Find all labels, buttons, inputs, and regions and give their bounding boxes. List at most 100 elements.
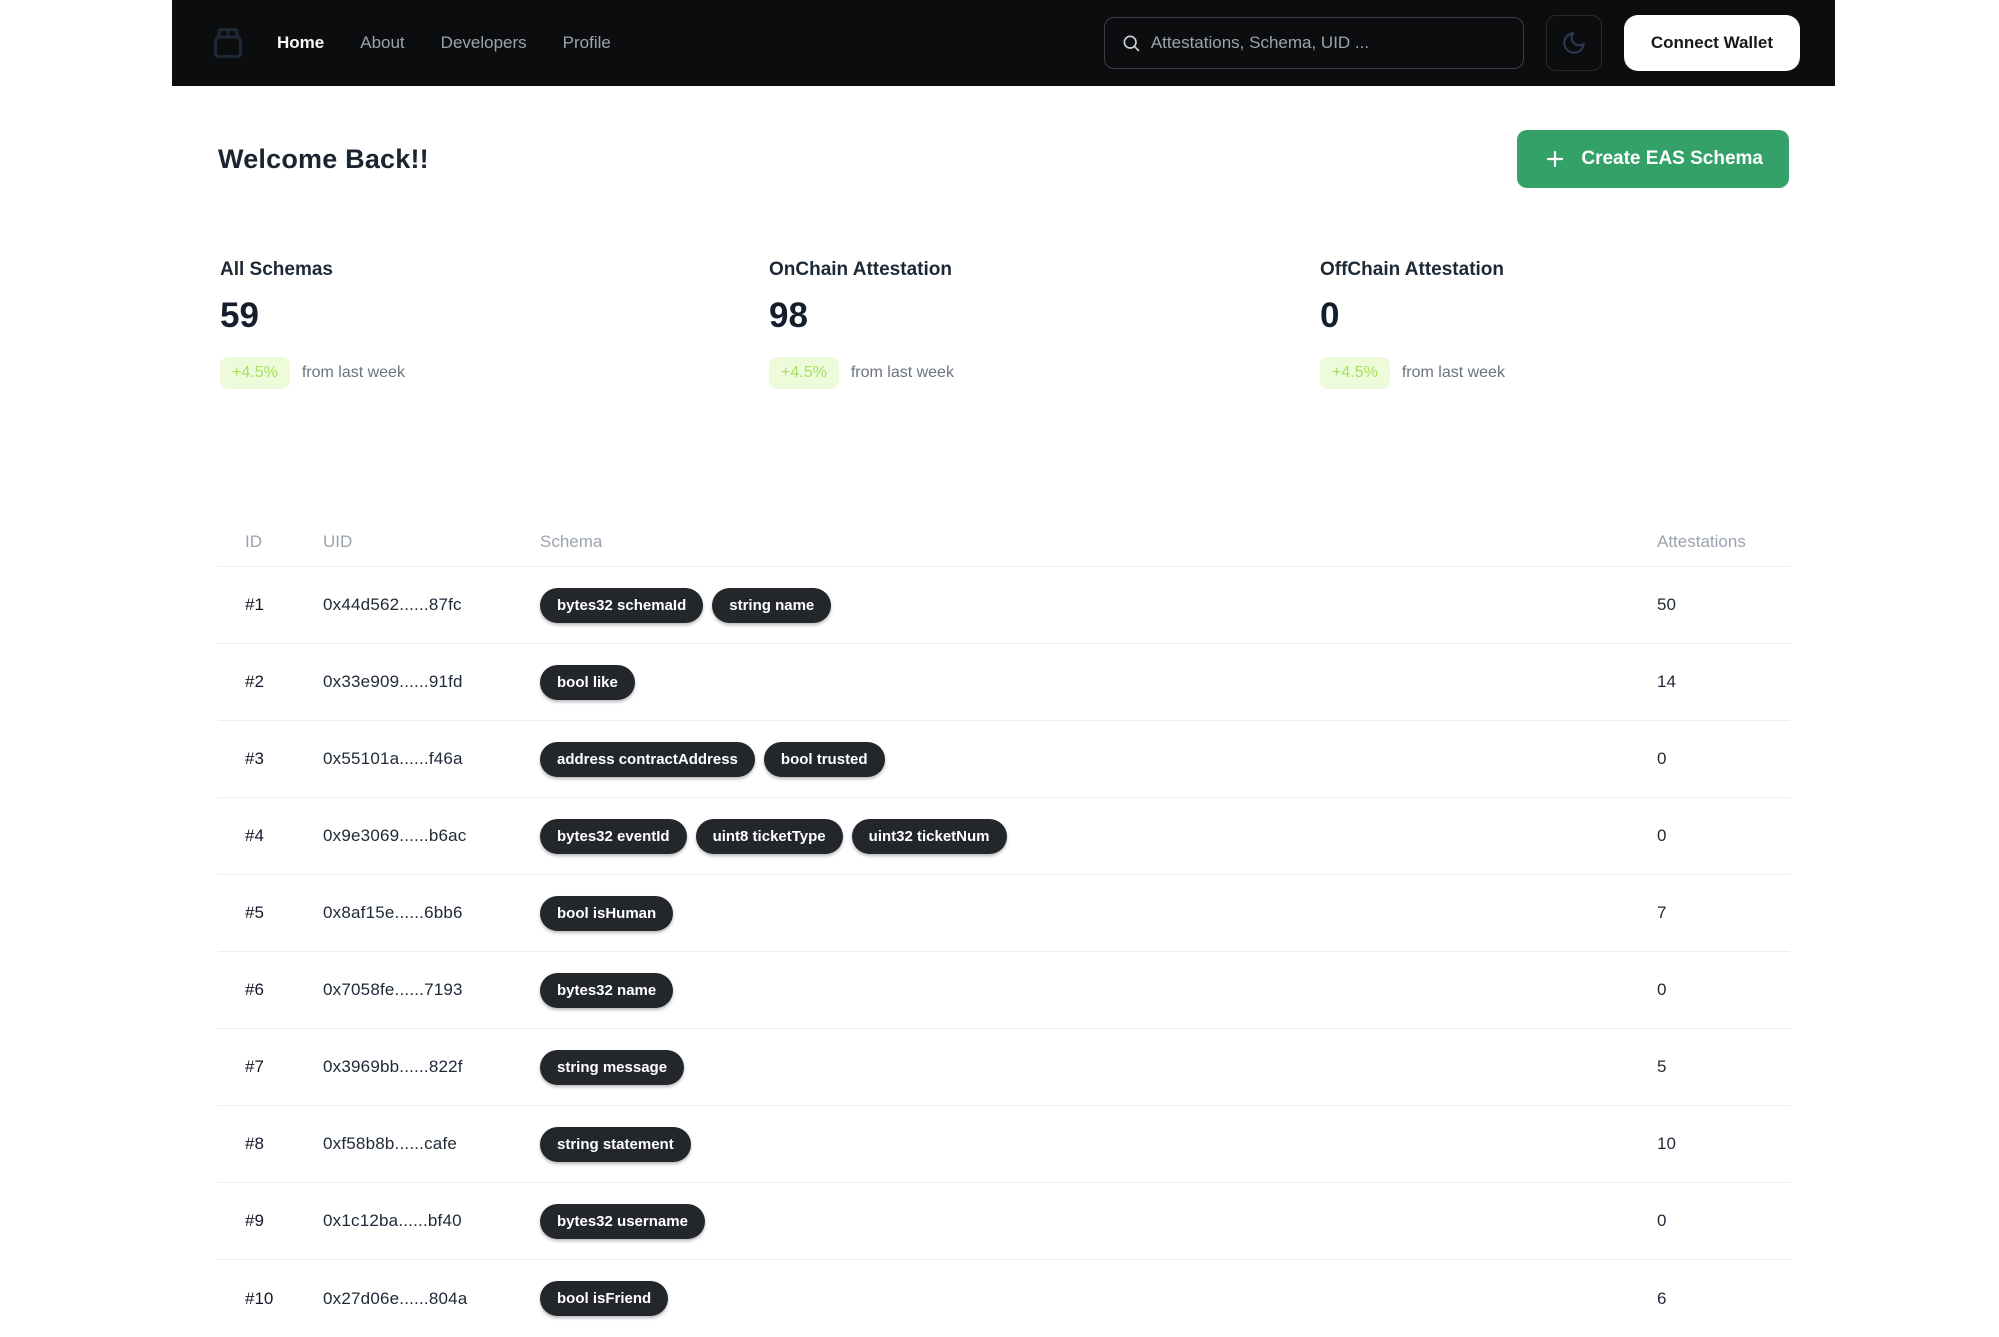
cell-attestations: 50 [1657, 595, 1676, 614]
cell-attestations: 6 [1657, 1288, 1667, 1308]
nav-link-developers[interactable]: Developers [441, 33, 527, 53]
navbar: Home About Developers Profile Connect Walle… [172, 0, 1835, 86]
search-input[interactable] [1150, 33, 1507, 53]
schema-field-chip: uint8 ticketType [695, 818, 843, 854]
schema-field-chip: uint32 ticketNum [851, 818, 1007, 854]
table-row[interactable]: #10 0x27d06e......804a bool isFriend 6 [218, 1260, 1790, 1337]
search-icon [1123, 35, 1140, 52]
stat-label: OnChain Attestation [769, 259, 952, 280]
cell-schema: bool isFriend [540, 1281, 1657, 1316]
hero-row: Welcome Back!! Create EAS Schema [172, 130, 1835, 188]
search-box [1103, 17, 1524, 69]
cell-uid: 0x27d06e......804a [323, 1288, 468, 1308]
schema-field-chip: bytes32 username [540, 1203, 705, 1239]
cell-schema: string statement [540, 1126, 1657, 1162]
cell-id: #2 [245, 672, 264, 691]
schema-field-chip: bool like [540, 664, 635, 700]
schema-field-chip: string message [540, 1049, 685, 1085]
stat-card: All Schemas 59 +4.5% from last week [220, 258, 769, 390]
cell-attestations: 0 [1657, 826, 1667, 845]
cell-uid: 0x3969bb......822f [323, 1057, 463, 1076]
schema-field-chip: bytes32 schemaId [540, 587, 704, 623]
stat-note: from last week [1401, 364, 1505, 381]
cell-schema: string message [540, 1049, 1657, 1085]
nav-link-home[interactable]: Home [277, 33, 324, 53]
theme-toggle-button[interactable] [1545, 15, 1602, 71]
table-row[interactable]: #2 0x33e909......91fd bool like 14 [218, 644, 1790, 721]
schema-field-chip: bool isHuman [540, 895, 674, 931]
table-row[interactable]: #3 0x55101a......f46a address contractAddr… [218, 721, 1790, 798]
cell-schema: bytes32 username [540, 1203, 1657, 1239]
cell-id: #5 [245, 903, 264, 922]
app-logo[interactable] [207, 22, 249, 64]
column-header-id: ID [245, 532, 262, 551]
table-row[interactable]: #1 0x44d562......87fc bytes32 schemaId stri… [218, 567, 1790, 644]
cell-attestations: 5 [1657, 1057, 1667, 1076]
schema-field-chip: string name [712, 587, 832, 623]
cell-schema: bytes32 eventId uint8 ticketType uint32 ti… [540, 818, 1657, 854]
cell-schema: bool like [540, 664, 1657, 700]
column-header-attestations: Attestations [1657, 532, 1746, 551]
cell-attestations: 0 [1657, 1211, 1667, 1230]
create-schema-label: Create EAS Schema [1581, 148, 1763, 169]
cell-id: #1 [245, 595, 264, 614]
cell-uid: 0xf58b8b......cafe [323, 1134, 458, 1153]
moon-icon [1563, 32, 1585, 54]
schemas-table: ID UID Schema Attestations #1 0x44d562...… [218, 507, 1790, 1337]
table-row[interactable]: #9 0x1c12ba......bf40 bytes32 username 0 [218, 1183, 1790, 1260]
plus-icon [1547, 150, 1564, 168]
stats-grid: All Schemas 59 +4.5% from last week OnChain … [172, 258, 1835, 390]
table-row[interactable]: #7 0x3969bb......822f string message 5 [218, 1029, 1790, 1106]
stat-label: OffChain Attestation [1320, 259, 1505, 280]
connect-wallet-button[interactable]: Connect Wallet [1623, 15, 1800, 71]
cell-id: #4 [245, 826, 264, 845]
stat-card: OnChain Attestation 98 +4.5% from last week [769, 258, 1320, 390]
table-row[interactable]: #4 0x9e3069......b6ac bytes32 eventId uint8… [218, 798, 1790, 875]
stat-change-badge: +4.5% [1320, 357, 1390, 389]
schema-field-chip: bytes32 name [540, 972, 674, 1008]
package-icon [214, 28, 242, 58]
cell-uid: 0x7058fe......7193 [323, 980, 463, 999]
cell-id: #10 [245, 1288, 274, 1308]
cell-id: #9 [245, 1211, 264, 1230]
stat-value: 98 [769, 296, 808, 335]
cell-schema: address contractAddress bool trusted [540, 741, 1657, 777]
schema-field-chip: bool trusted [763, 741, 885, 777]
stat-value: 59 [220, 296, 259, 335]
schema-field-chip: bool isFriend [540, 1281, 669, 1316]
stat-note: from last week [850, 364, 954, 381]
cell-id: #3 [245, 749, 264, 768]
page-container: Home About Developers Profile Connect Walle… [172, 0, 1835, 1337]
table-row[interactable]: #8 0xf58b8b......cafe string statement 10 [218, 1106, 1790, 1183]
schema-field-chip: address contractAddress [540, 741, 755, 777]
column-header-schema: Schema [540, 532, 603, 551]
create-schema-button[interactable]: Create EAS Schema [1517, 130, 1789, 188]
cell-id: #6 [245, 980, 264, 999]
nav-link-profile[interactable]: Profile [563, 33, 611, 53]
cell-uid: 0x55101a......f46a [323, 749, 463, 768]
cell-attestations: 0 [1657, 980, 1667, 999]
stat-change-badge: +4.5% [769, 357, 839, 389]
page-title: Welcome Back!! [218, 143, 429, 174]
cell-attestations: 14 [1657, 672, 1676, 691]
cell-schema: bytes32 name [540, 972, 1657, 1008]
cell-schema: bool isHuman [540, 895, 1657, 931]
cell-uid: 0x33e909......91fd [323, 672, 463, 691]
cell-id: #8 [245, 1134, 264, 1153]
cell-attestations: 7 [1657, 903, 1667, 922]
cell-id: #7 [245, 1057, 264, 1076]
cell-uid: 0x1c12ba......bf40 [323, 1211, 462, 1230]
stat-footer: +4.5% from last week [220, 356, 769, 390]
schema-field-chip: bytes32 eventId [540, 818, 687, 854]
cell-uid: 0x44d562......87fc [323, 595, 462, 614]
stat-footer: +4.5% from last week [769, 356, 1320, 390]
column-header-uid: UID [323, 532, 353, 551]
stat-note: from last week [301, 364, 405, 381]
stat-label: All Schemas [220, 259, 333, 280]
nav-link-about[interactable]: About [360, 33, 404, 53]
table-row[interactable]: #6 0x7058fe......7193 bytes32 name 0 [218, 952, 1790, 1029]
stat-value: 0 [1320, 296, 1340, 335]
table-row[interactable]: #5 0x8af15e......6bb6 bool isHuman 7 [218, 875, 1790, 952]
cell-attestations: 0 [1657, 749, 1667, 768]
stat-footer: +4.5% from last week [1320, 356, 1835, 390]
